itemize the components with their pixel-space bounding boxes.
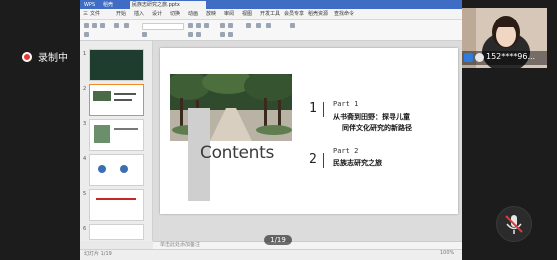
item-divider-2 bbox=[323, 153, 324, 168]
italic-icon[interactable] bbox=[196, 23, 201, 28]
status-slide-count: 幻灯片 1/19 bbox=[84, 251, 112, 257]
paste-icon[interactable] bbox=[84, 23, 89, 28]
tab-wps[interactable]: WPS bbox=[82, 1, 97, 9]
item-part-label-1: Part 1 bbox=[333, 100, 359, 108]
thumb-number: 2 bbox=[83, 86, 87, 92]
tab-docer[interactable]: 稻壳 bbox=[101, 1, 115, 9]
bold-icon[interactable] bbox=[188, 23, 193, 28]
status-zoom[interactable]: 100% bbox=[440, 250, 454, 256]
participant-mic-icon bbox=[475, 53, 484, 62]
microphone-off-icon bbox=[505, 215, 523, 234]
shape-icon[interactable] bbox=[256, 23, 261, 28]
menu-item-hamburger[interactable]: 三 bbox=[83, 10, 88, 17]
textbox-icon[interactable] bbox=[246, 23, 251, 28]
menu-item-review[interactable]: 审阅 bbox=[224, 10, 234, 17]
item-title-1-line1: 从书斋到田野：探寻儿童 bbox=[333, 113, 410, 121]
cut-icon[interactable] bbox=[92, 23, 97, 28]
menu-item-docer-resources[interactable]: 稻壳资源 bbox=[308, 10, 328, 17]
new-slide-icon[interactable] bbox=[114, 23, 119, 28]
menu-item-developer[interactable]: 开发工具 bbox=[260, 10, 280, 17]
thumb-number: 4 bbox=[83, 156, 87, 162]
format-painter-icon[interactable] bbox=[84, 32, 89, 37]
participant-name: 152****96... bbox=[486, 52, 536, 61]
underline-icon[interactable] bbox=[204, 23, 209, 28]
status-bar bbox=[80, 249, 462, 260]
align-left-icon[interactable] bbox=[220, 23, 225, 28]
mute-microphone-button[interactable] bbox=[496, 206, 532, 242]
menu-item-search-command[interactable]: 查找命令 bbox=[334, 10, 354, 17]
menu-item-transition[interactable]: 切换 bbox=[170, 10, 180, 17]
bullets-icon[interactable] bbox=[220, 32, 225, 37]
ribbon-toolbar bbox=[80, 20, 462, 41]
slide-thumbnail-5[interactable] bbox=[89, 189, 144, 221]
align-center-icon[interactable] bbox=[228, 23, 233, 28]
item-part-label-2: Part 2 bbox=[333, 147, 359, 155]
notes-placeholder: 单击此处添加备注 bbox=[160, 242, 201, 248]
thumb-number: 3 bbox=[83, 121, 87, 127]
menu-item-animation[interactable]: 动画 bbox=[188, 10, 198, 17]
menu-item-insert[interactable]: 插入 bbox=[134, 10, 144, 17]
item-divider-1 bbox=[323, 102, 324, 117]
slide-thumbnail-panel[interactable]: 1 2 3 4 5 6 bbox=[80, 41, 153, 241]
strikethrough-icon[interactable] bbox=[188, 32, 193, 37]
slide-title: Contents bbox=[200, 143, 275, 163]
tab-document[interactable]: 民族志研究之旅.pptx bbox=[130, 1, 206, 9]
font-color-icon[interactable] bbox=[196, 32, 201, 37]
slide-thumbnail-1[interactable] bbox=[89, 49, 144, 81]
recording-label: 录制中 bbox=[38, 53, 68, 64]
menu-item-file[interactable]: 文件 bbox=[90, 10, 100, 17]
layout-icon[interactable] bbox=[124, 23, 129, 28]
participant-icon bbox=[464, 53, 473, 62]
menu-item-member[interactable]: 会员专享 bbox=[284, 10, 304, 17]
slide-thumbnail-3[interactable] bbox=[89, 119, 144, 151]
menu-item-design[interactable]: 设计 bbox=[152, 10, 162, 17]
page-indicator: 1/19 bbox=[264, 235, 292, 245]
thumb-number: 1 bbox=[83, 51, 87, 57]
slide-thumbnail-2[interactable] bbox=[89, 84, 144, 116]
menu-item-view[interactable]: 视图 bbox=[242, 10, 252, 17]
item-number-1: 1 bbox=[309, 101, 317, 116]
font-selector[interactable] bbox=[142, 23, 184, 30]
item-title-1-line2: 同伴文化研究的新路径 bbox=[342, 124, 412, 132]
slide-thumbnail-6[interactable] bbox=[89, 224, 144, 240]
item-number-2: 2 bbox=[309, 152, 317, 167]
arrange-icon[interactable] bbox=[266, 23, 271, 28]
font-size-icon[interactable] bbox=[142, 32, 147, 37]
thumb-number: 6 bbox=[83, 226, 87, 232]
recording-indicator-icon bbox=[22, 52, 32, 62]
menu-item-slideshow[interactable]: 放映 bbox=[206, 10, 216, 17]
slide-thumbnail-4[interactable] bbox=[89, 154, 144, 186]
numbering-icon[interactable] bbox=[228, 32, 233, 37]
menu-item-home[interactable]: 开始 bbox=[116, 10, 126, 17]
thumb-number: 5 bbox=[83, 191, 87, 197]
item-title-2: 民族志研究之旅 bbox=[333, 159, 382, 167]
copy-icon[interactable] bbox=[100, 23, 105, 28]
find-icon[interactable] bbox=[290, 23, 295, 28]
